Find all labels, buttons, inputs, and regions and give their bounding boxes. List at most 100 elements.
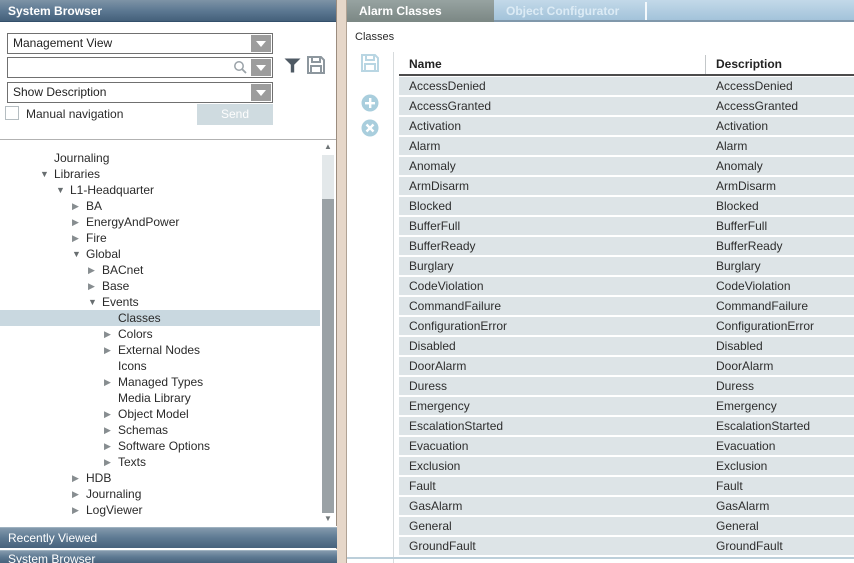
table-row[interactable]: GeneralGeneral: [399, 517, 854, 535]
scroll-up-icon[interactable]: ▲: [321, 141, 335, 153]
tree-item-journaling[interactable]: ▶Journaling: [0, 486, 320, 502]
tree-item-managed-types[interactable]: ▶Managed Types: [0, 374, 320, 390]
tree-indent: [0, 342, 104, 358]
tree-item-ba[interactable]: ▶BA: [0, 198, 320, 214]
tree-item-hdb[interactable]: ▶HDB: [0, 470, 320, 486]
expand-arrow-icon[interactable]: ▶: [104, 374, 118, 390]
table-row[interactable]: BurglaryBurglary: [399, 257, 854, 275]
tree-item-global[interactable]: ▼Global: [0, 246, 320, 262]
view-selector-dropdown[interactable]: Management View: [7, 33, 273, 54]
table-row[interactable]: GasAlarmGasAlarm: [399, 497, 854, 515]
table-row[interactable]: BufferFullBufferFull: [399, 217, 854, 235]
scroll-down-icon[interactable]: ▼: [321, 513, 335, 525]
accordion-system-browser[interactable]: System Browser: [0, 550, 337, 563]
expand-arrow-icon[interactable]: ▶: [104, 406, 118, 422]
expand-arrow-icon[interactable]: ▶: [72, 470, 86, 486]
tree-item-schemas[interactable]: ▶Schemas: [0, 422, 320, 438]
table-row[interactable]: CommandFailureCommandFailure: [399, 297, 854, 315]
table-row[interactable]: BlockedBlocked: [399, 197, 854, 215]
tree-item-energyandpower[interactable]: ▶EnergyAndPower: [0, 214, 320, 230]
tree-item-libraries[interactable]: ▼Libraries: [0, 166, 320, 182]
table-row[interactable]: EmergencyEmergency: [399, 397, 854, 415]
table-row[interactable]: ConfigurationErrorConfigurationError: [399, 317, 854, 335]
filter-icon[interactable]: [284, 58, 301, 74]
tree-item-fire[interactable]: ▶Fire: [0, 230, 320, 246]
tree-item-bacnet[interactable]: ▶BACnet: [0, 262, 320, 278]
table-row[interactable]: ExclusionExclusion: [399, 457, 854, 475]
table-row[interactable]: AccessDeniedAccessDenied: [399, 77, 854, 95]
expand-arrow-icon[interactable]: ▶: [72, 230, 86, 246]
scrollbar-thumb[interactable]: [322, 199, 334, 513]
collapse-arrow-icon[interactable]: ▼: [88, 294, 102, 310]
tree-indent: [0, 422, 104, 438]
tree-indent: [0, 150, 40, 166]
tree-item-media-library[interactable]: Media Library: [0, 390, 320, 406]
search-combo[interactable]: [7, 57, 273, 78]
tree-item-texts[interactable]: ▶Texts: [0, 454, 320, 470]
save-icon[interactable]: [361, 54, 379, 72]
expand-arrow-icon[interactable]: ▶: [72, 214, 86, 230]
tree-item-object-model[interactable]: ▶Object Model: [0, 406, 320, 422]
tree-item-base[interactable]: ▶Base: [0, 278, 320, 294]
table-row[interactable]: DuressDuress: [399, 377, 854, 395]
expand-arrow-icon[interactable]: ▶: [88, 278, 102, 294]
tree-item-journaling[interactable]: Journaling: [0, 150, 320, 166]
search-input[interactable]: [8, 58, 246, 77]
tree-item-logviewer[interactable]: ▶LogViewer: [0, 502, 320, 518]
description-cell: ConfigurationError: [706, 317, 854, 335]
tree-item-label: EnergyAndPower: [86, 214, 179, 230]
expand-arrow-icon[interactable]: ▶: [72, 502, 86, 518]
expand-arrow-icon[interactable]: ▶: [104, 422, 118, 438]
tree-item-icons[interactable]: Icons: [0, 358, 320, 374]
expand-arrow-icon[interactable]: ▶: [104, 438, 118, 454]
tab-object-configurator[interactable]: Object Configurator: [494, 0, 642, 22]
tree-item-label: Global: [86, 246, 121, 262]
tab-alarm-classes[interactable]: Alarm Classes: [347, 0, 494, 22]
table-row[interactable]: FaultFault: [399, 477, 854, 495]
expand-arrow-icon[interactable]: ▶: [104, 326, 118, 342]
table-row[interactable]: BufferReadyBufferReady: [399, 237, 854, 255]
table-row[interactable]: DisabledDisabled: [399, 337, 854, 355]
table-row[interactable]: EvacuationEvacuation: [399, 437, 854, 455]
table-row[interactable]: ActivationActivation: [399, 117, 854, 135]
collapse-arrow-icon[interactable]: ▼: [56, 182, 70, 198]
table-row[interactable]: AccessGrantedAccessGranted: [399, 97, 854, 115]
manual-navigation-checkbox[interactable]: [5, 106, 19, 120]
table-row[interactable]: AnomalyAnomaly: [399, 157, 854, 175]
tree-item-external-nodes[interactable]: ▶External Nodes: [0, 342, 320, 358]
table-row[interactable]: CodeViolationCodeViolation: [399, 277, 854, 295]
expand-arrow-icon[interactable]: ▶: [104, 454, 118, 470]
add-icon[interactable]: [361, 94, 379, 112]
tree-scrollbar[interactable]: ▲ ▼: [321, 141, 335, 525]
name-cell: Activation: [399, 117, 706, 135]
name-cell: GroundFault: [399, 537, 706, 555]
accordion-recently-viewed[interactable]: Recently Viewed: [0, 527, 337, 548]
table-row[interactable]: EscalationStartedEscalationStarted: [399, 417, 854, 435]
table-row[interactable]: GroundFaultGroundFault: [399, 537, 854, 555]
table-row[interactable]: AlarmAlarm: [399, 137, 854, 155]
expand-arrow-icon[interactable]: ▶: [88, 262, 102, 278]
table-row[interactable]: DoorAlarmDoorAlarm: [399, 357, 854, 375]
expand-arrow-icon[interactable]: ▶: [104, 342, 118, 358]
tree-item-classes[interactable]: Classes: [0, 310, 320, 326]
save-icon[interactable]: [307, 56, 325, 74]
chevron-down-icon[interactable]: [251, 59, 271, 76]
description-cell: GroundFault: [706, 537, 854, 555]
chevron-down-icon[interactable]: [251, 35, 271, 52]
column-header-description[interactable]: Description: [705, 55, 854, 74]
collapse-arrow-icon[interactable]: ▼: [40, 166, 54, 182]
tree-item-l1-headquarter[interactable]: ▼L1-Headquarter: [0, 182, 320, 198]
remove-icon[interactable]: [361, 119, 379, 137]
send-button[interactable]: Send: [197, 104, 273, 125]
column-header-name[interactable]: Name: [399, 55, 705, 74]
tree-item-software-options[interactable]: ▶Software Options: [0, 438, 320, 454]
expand-arrow-icon[interactable]: ▶: [72, 198, 86, 214]
table-row[interactable]: ArmDisarmArmDisarm: [399, 177, 854, 195]
tree-item-label: Journaling: [86, 486, 141, 502]
collapse-arrow-icon[interactable]: ▼: [72, 246, 86, 262]
display-mode-dropdown[interactable]: Show Description: [7, 82, 273, 103]
tree-item-events[interactable]: ▼Events: [0, 294, 320, 310]
chevron-down-icon[interactable]: [251, 84, 271, 101]
tree-item-colors[interactable]: ▶Colors: [0, 326, 320, 342]
expand-arrow-icon[interactable]: ▶: [72, 486, 86, 502]
